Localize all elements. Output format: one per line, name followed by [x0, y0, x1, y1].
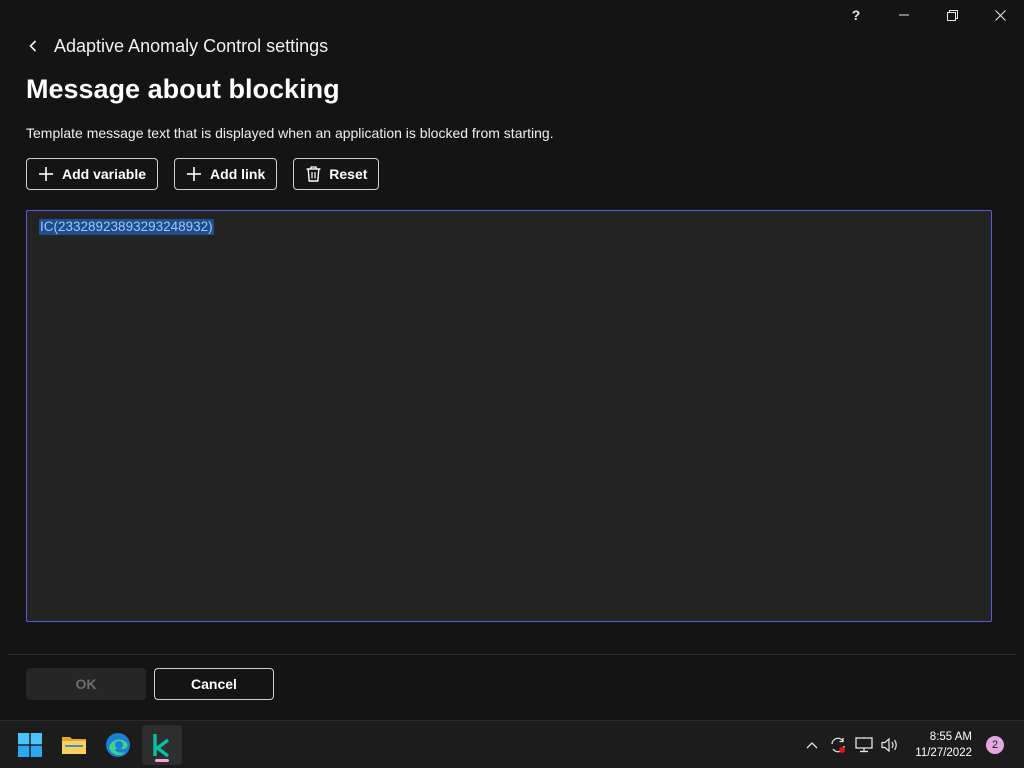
- network-icon: [855, 737, 873, 753]
- add-link-label: Add link: [210, 166, 266, 182]
- taskbar-edge[interactable]: [98, 725, 138, 765]
- taskbar: 8:55 AM 11/27/2022 2: [0, 720, 1024, 768]
- add-variable-label: Add variable: [62, 166, 147, 182]
- volume-tray-button[interactable]: [878, 733, 902, 757]
- footer-divider: [8, 654, 1016, 655]
- page-description: Template message text that is displayed …: [26, 125, 554, 141]
- help-icon: ?: [851, 7, 861, 23]
- help-button[interactable]: ?: [832, 0, 880, 30]
- kaspersky-icon: [153, 734, 170, 757]
- breadcrumb-link[interactable]: Adaptive Anomaly Control settings: [54, 36, 328, 57]
- window-controls: ?: [832, 0, 1024, 30]
- trash-icon: [305, 166, 321, 182]
- message-template-editor[interactable]: IC(23328923893293248932): [26, 210, 992, 622]
- clock-time: 8:55 AM: [929, 731, 972, 743]
- ok-button[interactable]: OK: [26, 668, 146, 700]
- clock-date: 11/27/2022: [915, 747, 972, 759]
- reset-label: Reset: [329, 166, 368, 182]
- taskbar-kaspersky[interactable]: [142, 725, 182, 765]
- show-hidden-icons-button[interactable]: [800, 733, 824, 757]
- start-button[interactable]: [10, 725, 50, 765]
- back-button[interactable]: [26, 39, 40, 53]
- sync-tray-button[interactable]: [826, 733, 850, 757]
- restore-icon: [946, 9, 958, 21]
- close-button[interactable]: [976, 0, 1024, 30]
- minimize-button[interactable]: [880, 0, 928, 30]
- network-tray-button[interactable]: [852, 733, 876, 757]
- volume-icon: [881, 737, 898, 753]
- minimize-icon: [899, 14, 909, 16]
- cancel-button[interactable]: Cancel: [154, 668, 274, 700]
- close-icon: [994, 9, 1006, 21]
- clock[interactable]: 8:55 AM 11/27/2022: [915, 729, 972, 761]
- dialog-footer: OK Cancel: [26, 668, 274, 700]
- notification-badge[interactable]: 2: [986, 736, 1004, 754]
- sync-icon: [831, 737, 846, 753]
- restore-button[interactable]: [928, 0, 976, 30]
- selected-template-text[interactable]: IC(23328923893293248932): [39, 219, 214, 235]
- edge-browser-icon: [106, 733, 130, 757]
- system-tray: 8:55 AM 11/27/2022 2: [799, 721, 1024, 768]
- file-explorer-icon: [62, 737, 86, 754]
- reset-button[interactable]: Reset: [293, 158, 380, 190]
- page-title: Message about blocking: [26, 74, 340, 104]
- add-variable-button[interactable]: Add variable: [26, 158, 159, 190]
- taskbar-file-explorer[interactable]: [54, 725, 94, 765]
- chevron-up-icon: [806, 742, 818, 749]
- editor-toolbar: Add variable Add link Reset: [26, 158, 380, 190]
- chevron-left-icon: [29, 40, 37, 52]
- windows-start-icon: [18, 733, 42, 757]
- plus-icon: [38, 166, 54, 182]
- plus-icon: [186, 166, 202, 182]
- breadcrumb: Adaptive Anomaly Control settings: [26, 35, 328, 57]
- add-link-button[interactable]: Add link: [174, 158, 278, 190]
- taskbar-apps: [10, 725, 182, 765]
